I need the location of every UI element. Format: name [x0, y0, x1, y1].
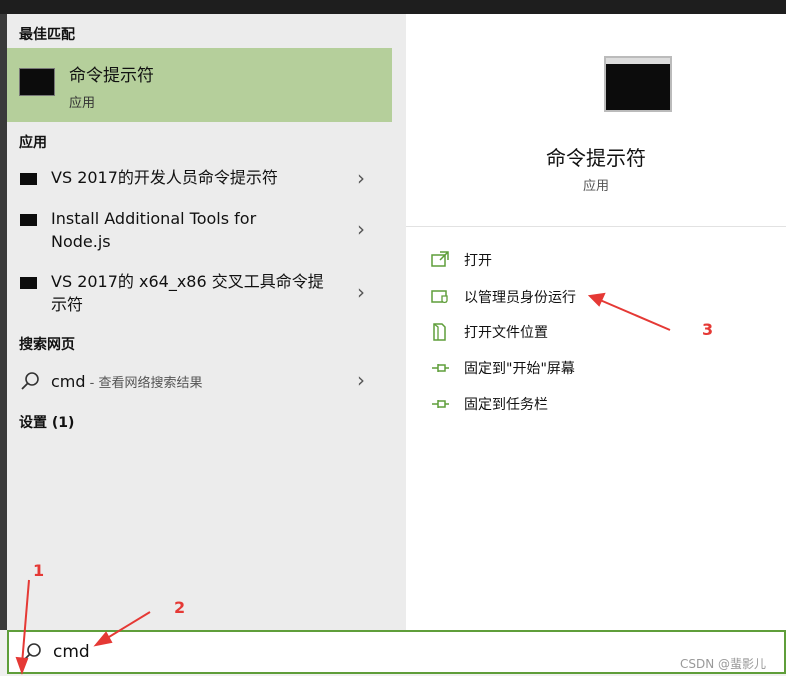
details-panel — [406, 14, 786, 630]
run-as-admin-icon — [431, 290, 448, 304]
best-match-title: 命令提示符 — [69, 66, 154, 86]
search-box[interactable]: cmd — [7, 630, 786, 674]
action-label: 打开文件位置 — [464, 325, 548, 341]
details-divider — [406, 226, 786, 227]
search-icon — [21, 372, 39, 390]
web-search-query: cmd — [51, 372, 86, 391]
web-search-text: cmd - 查看网络搜索结果 — [51, 370, 203, 395]
search-icon — [23, 643, 41, 661]
action-label: 固定到"开始"屏幕 — [464, 361, 575, 377]
action-label: 以管理员身份运行 — [464, 290, 576, 306]
apps-header: 应用 — [19, 135, 47, 151]
web-search-header: 搜索网页 — [19, 337, 75, 353]
open-icon — [431, 251, 449, 267]
chevron-right-icon[interactable]: › — [357, 368, 365, 392]
app-item-install-tools-node[interactable]: Install Additional Tools for Node.js › — [7, 207, 392, 255]
app-item-vs-x64-x86-prompt[interactable]: VS 2017的 x64_x86 交叉工具命令提 示符 › — [7, 270, 392, 318]
pin-icon — [432, 400, 449, 408]
annotation-3: 3 — [702, 320, 714, 339]
app-item-label-line2: Node.js — [51, 232, 111, 251]
terminal-icon — [20, 214, 37, 226]
app-item-label: Install Additional Tools for — [51, 209, 257, 228]
best-match-header: 最佳匹配 — [19, 27, 75, 43]
top-strip — [0, 0, 786, 14]
terminal-icon — [20, 277, 37, 289]
action-label: 固定到任务栏 — [464, 397, 548, 413]
pin-icon — [432, 364, 449, 372]
details-title: 命令提示符 — [546, 146, 646, 170]
chevron-right-icon[interactable]: › — [357, 280, 365, 304]
chevron-right-icon[interactable]: › — [357, 217, 365, 241]
annotation-1: 1 — [33, 561, 45, 580]
command-prompt-large-icon — [604, 56, 672, 112]
best-match-item[interactable]: 命令提示符 应用 — [7, 48, 392, 122]
app-item-label-line2: 示符 — [51, 295, 84, 314]
annotation-2: 2 — [174, 598, 186, 617]
web-search-item[interactable]: cmd - 查看网络搜索结果 › — [7, 368, 392, 395]
details-subtitle: 应用 — [582, 179, 609, 194]
background-window-edge — [0, 14, 7, 630]
app-item-vs-dev-prompt[interactable]: VS 2017的开发人员命令提示符 › — [7, 166, 392, 194]
action-label: 打开 — [464, 253, 492, 269]
command-prompt-icon — [19, 68, 55, 96]
watermark: CSDN @蜚影儿 — [680, 657, 767, 671]
app-item-label: VS 2017的开发人员命令提示符 — [51, 168, 278, 187]
chevron-right-icon[interactable]: › — [357, 166, 365, 190]
terminal-icon — [20, 173, 37, 185]
best-match-subtitle: 应用 — [69, 96, 96, 111]
search-input[interactable]: cmd — [53, 642, 90, 662]
file-location-icon — [433, 323, 446, 341]
web-search-hint: - 查看网络搜索结果 — [85, 376, 203, 391]
settings-header[interactable]: 设置 (1) — [19, 412, 74, 432]
app-item-label: VS 2017的 x64_x86 交叉工具命令提 — [51, 272, 324, 291]
